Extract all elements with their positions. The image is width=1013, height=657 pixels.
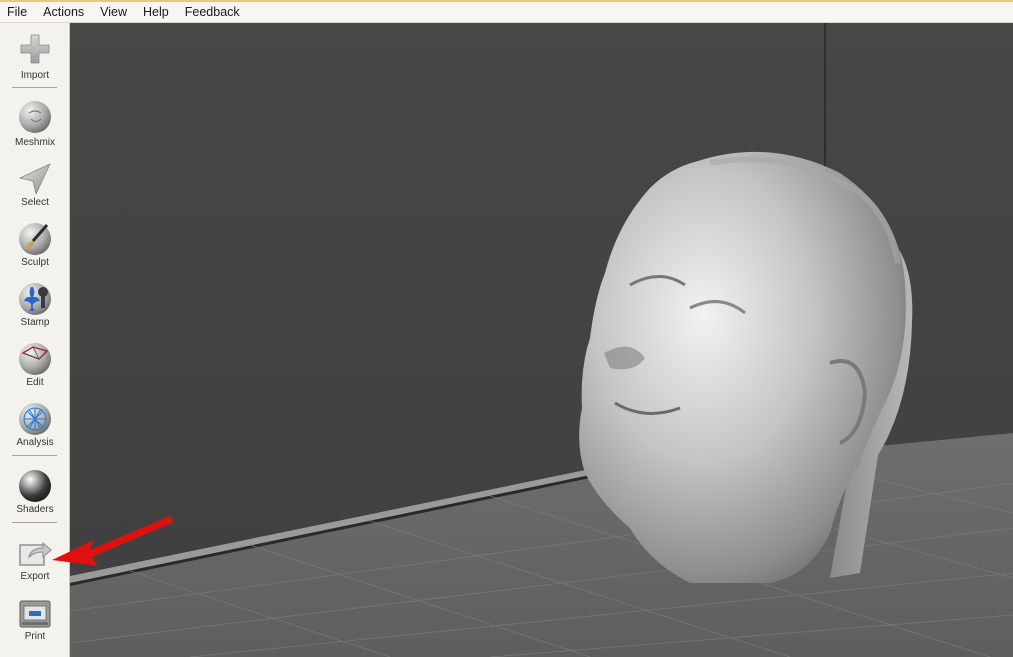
select-arrow-icon (18, 163, 51, 196)
toolbar-divider (12, 522, 57, 523)
toolbar-divider (12, 87, 57, 88)
shaders-button[interactable]: Shaders (0, 462, 70, 522)
analysis-label: Analysis (16, 437, 54, 448)
edit-sphere-icon (19, 343, 51, 375)
menu-actions[interactable]: Actions (35, 2, 92, 22)
printer-icon (19, 600, 51, 628)
export-label: Export (20, 571, 50, 582)
print-button[interactable]: Print (0, 589, 70, 649)
toolbar-divider (12, 455, 57, 456)
plus-icon (20, 34, 50, 64)
stamp-label: Stamp (20, 317, 50, 328)
sculpt-button[interactable]: Sculpt (0, 215, 70, 275)
menu-feedback[interactable]: Feedback (177, 2, 248, 22)
scene-canvas (70, 23, 1013, 657)
export-icon (19, 541, 52, 566)
meshmix-label: Meshmix (14, 137, 55, 148)
analysis-sphere-icon (19, 403, 51, 435)
tool-sidebar: Import Meshmix Select Sculpt Stamp Edit … (0, 23, 70, 657)
sculpt-brush-icon (19, 223, 51, 255)
edit-button[interactable]: Edit (0, 335, 70, 395)
meshmix-sphere-icon (19, 101, 51, 133)
head-3d-model[interactable] (579, 151, 913, 583)
shader-sphere-icon (19, 470, 51, 502)
3d-viewport[interactable] (70, 23, 1013, 657)
export-button[interactable]: Export (0, 529, 70, 589)
meshmix-button[interactable]: Meshmix (0, 93, 70, 153)
menu-help[interactable]: Help (135, 2, 177, 22)
import-button[interactable]: Import (0, 25, 70, 85)
menu-view[interactable]: View (92, 2, 135, 22)
menu-bar: File Actions View Help Feedback (0, 0, 1013, 23)
edit-label: Edit (26, 377, 44, 388)
menu-file[interactable]: File (0, 2, 35, 22)
import-label: Import (20, 70, 50, 81)
sculpt-label: Sculpt (21, 257, 49, 268)
select-label: Select (21, 197, 49, 208)
print-label: Print (24, 631, 46, 642)
stamp-button[interactable]: Stamp (0, 275, 70, 335)
analysis-button[interactable]: Analysis (0, 395, 70, 455)
shaders-label: Shaders (16, 504, 54, 515)
stamp-icon (19, 283, 51, 315)
select-button[interactable]: Select (0, 155, 70, 215)
